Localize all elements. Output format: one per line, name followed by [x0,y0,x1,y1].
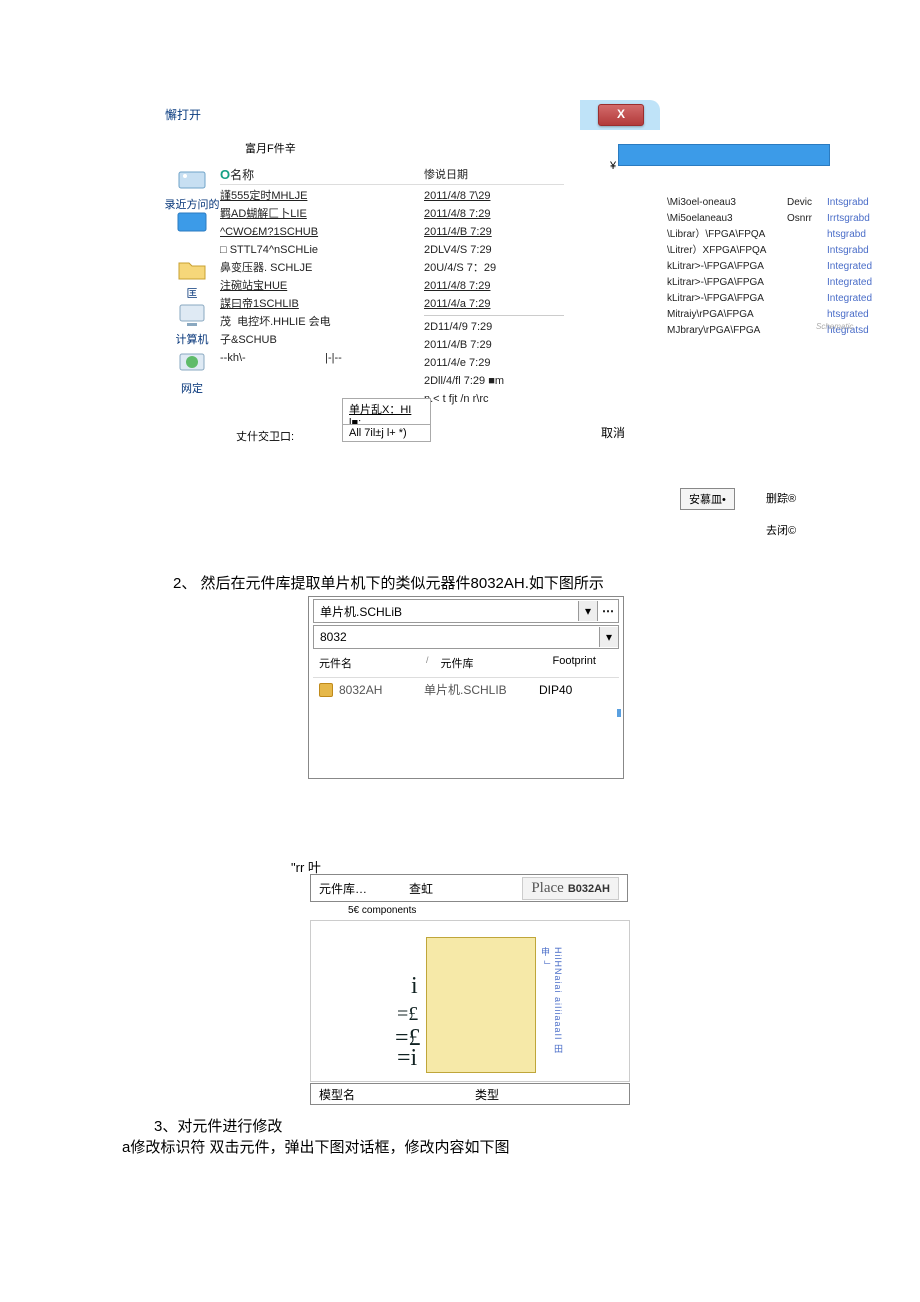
chip-icon [319,683,333,697]
file-date: 2DLV4/S 7:29 [424,241,564,259]
action-bar: 元件库… 查虹 PlaceB032AH [310,874,628,902]
date-list: 惨说日期 2011/4/8 7\292011/4/8 7:292011/4/B … [424,166,564,408]
file-date: 2011/4/a 7:29 [424,295,564,313]
pin-labels: HilHNaiai aiIiiaaaII 田 申 ┘ [539,947,565,1067]
component-row[interactable]: 8032AH 单片机.SCHLIB DIP40 [313,678,619,701]
pin: =£ [397,1003,418,1026]
close-icon[interactable]: X [598,104,644,126]
component-columns: 元件名 / 元件库 Footprint [313,651,619,675]
component-rows: 8032AH 单片机.SCHLIB DIP40 [313,677,619,778]
installed-library-row[interactable]: \Litrer）XFPGA\FPQAIntsgrabd [667,243,872,259]
place-network[interactable]: 网定 [162,350,222,396]
installed-library-row[interactable]: Mitraiy\rPGA\FPGAhtsgrated [667,307,872,323]
component-count: 5€ components [348,905,416,916]
filter-select[interactable]: 8032 ▾ [313,625,619,649]
place-folder[interactable]: 匡 [162,255,222,301]
file-date: 20U/4/S 7：29 [424,259,564,277]
step-3a-text: 3、对元件进行修改 [154,1115,282,1136]
filetype-label: 丈什交卫口: [236,428,294,444]
installed-library-row[interactable]: kLitrar>-\FPGA\FPGAIntegrated [667,259,872,275]
chevron-down-icon[interactable]: ▾ [599,627,618,647]
step-3b-text: a修改标识符 双击元件，弹出下图对话框，修改内容如下图 [122,1136,510,1157]
file-date: 2011/4/8 7:29 [424,277,564,295]
file-date: 2011/4/8 7\29 [424,187,564,205]
file-date: 2011/4/8 7:29 [424,205,564,223]
file-date: n.< t fjt /n r\rc [424,390,564,408]
yen-glyph: ¥ [610,160,616,172]
track-button[interactable]: 删踪® [758,488,804,508]
scroll-marker [617,709,621,717]
installed-library-row[interactable]: \Mi3oel-oneau3DevicIntsgrabd [667,195,872,211]
installed-library-row[interactable]: kLitrar>-\FPGA\FPGAIntegrated [667,275,872,291]
file-date: 2011/4/B 7:29 [424,223,564,241]
watermark: Schematic [816,322,853,331]
installed-library-row[interactable]: \Mi5oelaneau3OsnrrIrrtsgrabd [667,211,872,227]
cancel-button[interactable]: 取消 [601,424,625,441]
dialog-subtitle: 富月F件辛 [245,140,296,156]
library-list: \Mi3oel-oneau3DevicIntsgrabd\Mi5oelaneau… [667,195,872,339]
col-date[interactable]: 惨说日期 [424,166,564,185]
component-preview: i =£ =£ =i HilHNaiai aiIiiaaaII 田 申 ┘ [310,920,630,1082]
close-button[interactable]: 去闭© [758,520,804,540]
header-accent [618,144,830,166]
library-select[interactable]: 单片机.SCHLiB ▾ ⋯ [313,599,619,623]
model-header: 模型名 类型 [310,1083,630,1105]
step-2-text: 2、 然后在元件库提取单片机下的类似元器件8032AH.如下图所示 [173,572,604,593]
place-desktop[interactable] [162,210,222,240]
installed-library-row[interactable]: kLitrar>-\FPGA\FPGAIntegrated [667,291,872,307]
install-button[interactable]: 安慕皿• [680,488,735,510]
pin: =i [397,1045,417,1072]
filetype-combo[interactable]: All 7il±j l+ *) [342,424,431,442]
libraries-link[interactable]: 元件库… [319,880,409,897]
place-computer[interactable]: 计算机 [162,301,222,347]
installed-library-row[interactable]: \Librar）\FPGA\FPQAhtsgrabd [667,227,872,243]
file-date: 2D11/4/9 7:29 [424,315,564,336]
pin: i [411,973,418,1000]
file-date: 2011/4/e 7:29 [424,354,564,372]
file-date: 2011/4/B 7:29 [424,336,564,354]
chip-body [426,937,536,1073]
library-panel: 单片机.SCHLiB ▾ ⋯ 8032 ▾ 元件名 / 元件库 Footprin… [308,596,624,779]
chevron-down-icon[interactable]: ▾ [578,601,597,621]
find-link[interactable]: 查虹 [409,880,479,897]
place-button[interactable]: PlaceB032AH [522,877,619,900]
dialog-title: 懈打开 [165,106,201,123]
more-icon[interactable]: ⋯ [597,601,618,621]
file-date: 2Dll/4/fl 7:29 ■m [424,372,564,390]
